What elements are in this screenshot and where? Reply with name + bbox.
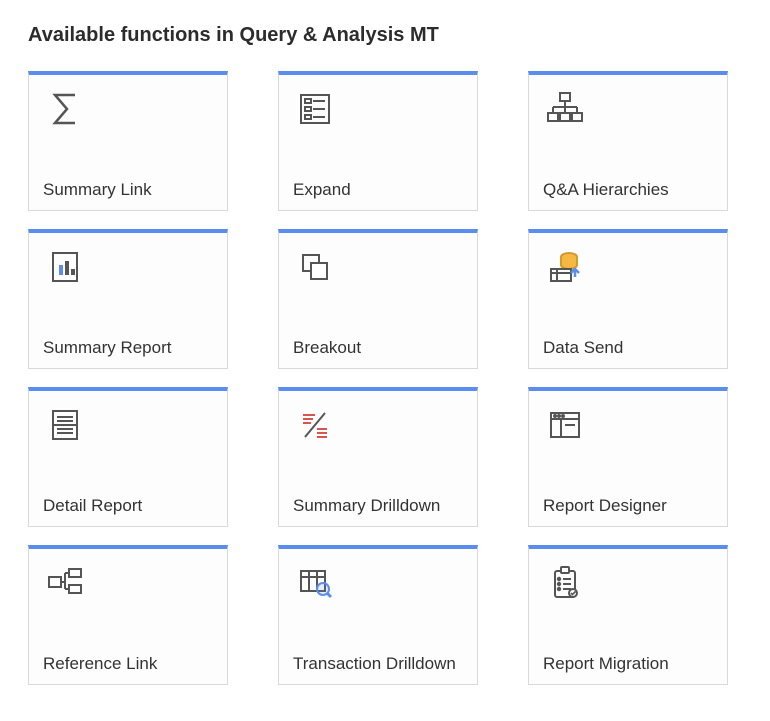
card-expand[interactable]: Expand <box>278 71 478 211</box>
card-data-send[interactable]: Data Send <box>528 229 728 369</box>
card-transaction-drilldown[interactable]: Transaction Drilldown <box>278 545 478 685</box>
report-migration-icon <box>543 561 587 605</box>
card-label: Transaction Drilldown <box>293 653 463 674</box>
page: Available functions in Query & Analysis … <box>0 0 770 709</box>
card-summary-link[interactable]: Summary Link <box>28 71 228 211</box>
hierarchy-icon <box>543 87 587 131</box>
card-detail-report[interactable]: Detail Report <box>28 387 228 527</box>
function-grid: Summary Link Expand <box>28 71 742 685</box>
reference-link-icon <box>43 561 87 605</box>
transaction-drill-icon <box>293 561 337 605</box>
report-designer-icon <box>543 403 587 447</box>
card-reference-link[interactable]: Reference Link <box>28 545 228 685</box>
card-qa-hierarchies[interactable]: Q&A Hierarchies <box>528 71 728 211</box>
card-summary-report[interactable]: Summary Report <box>28 229 228 369</box>
chart-doc-icon <box>43 245 87 289</box>
card-summary-drilldown[interactable]: Summary Drilldown <box>278 387 478 527</box>
card-label: Q&A Hierarchies <box>543 179 713 200</box>
sigma-icon <box>43 87 87 131</box>
card-report-migration[interactable]: Report Migration <box>528 545 728 685</box>
card-label: Summary Link <box>43 179 213 200</box>
expand-form-icon <box>293 87 337 131</box>
summary-drill-icon <box>293 403 337 447</box>
card-breakout[interactable]: Breakout <box>278 229 478 369</box>
card-label: Detail Report <box>43 495 213 516</box>
card-label: Report Designer <box>543 495 713 516</box>
card-report-designer[interactable]: Report Designer <box>528 387 728 527</box>
page-title: Available functions in Query & Analysis … <box>28 24 742 47</box>
card-label: Report Migration <box>543 653 713 674</box>
breakout-squares-icon <box>293 245 337 289</box>
card-label: Breakout <box>293 337 463 358</box>
card-label: Summary Report <box>43 337 213 358</box>
card-label: Summary Drilldown <box>293 495 463 516</box>
card-label: Expand <box>293 179 463 200</box>
card-label: Reference Link <box>43 653 213 674</box>
detail-list-icon <box>43 403 87 447</box>
card-label: Data Send <box>543 337 713 358</box>
data-send-icon <box>543 245 587 289</box>
